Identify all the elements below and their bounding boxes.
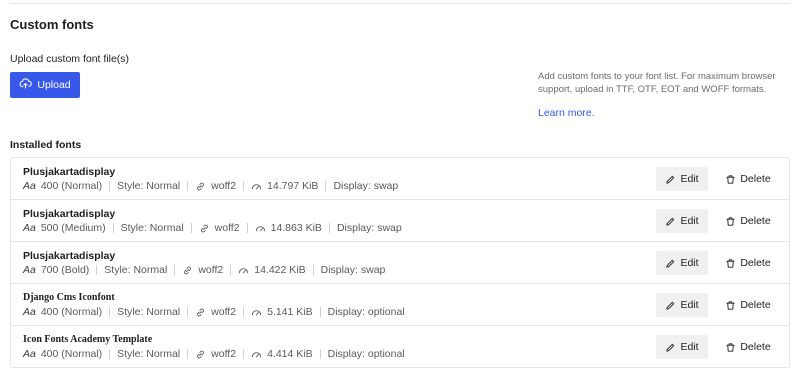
font-size: 14.797 KiB [267,180,319,192]
font-preview-icon: Aa [23,222,36,234]
edit-button[interactable]: Edit [656,209,708,233]
font-meta: Aa 500 (Medium) Style: Normal woff2 14.86… [23,222,402,234]
font-name: Plusjakartadisplay [23,250,116,262]
font-size: 4.414 KiB [267,348,313,360]
link-icon [184,266,192,274]
font-meta: Aa 400 (Normal) Style: Normal woff2 14.79… [23,180,398,192]
font-name: Plusjakartadisplay [23,208,116,220]
delete-button-label: Delete [740,257,771,269]
learn-more-link[interactable]: Learn more. [538,107,595,119]
top-divider [10,3,790,4]
font-size: 14.863 KiB [270,222,322,234]
font-preview-icon: Aa [23,348,36,360]
font-style: Style: Normal [104,264,168,276]
upload-button-label: Upload [37,79,71,91]
edit-button-label: Edit [680,257,699,269]
link-icon [197,308,205,316]
edit-button-label: Edit [680,173,699,185]
font-format: woff2 [198,264,224,276]
upload-icon [19,77,33,93]
trash-icon [726,174,735,184]
font-row: Plusjakartadisplay Aa 400 (Normal) Style:… [11,158,789,200]
font-weight: 400 (Normal) [40,180,103,192]
gauge-icon [255,225,265,231]
gauge-icon [251,309,262,315]
installed-fonts-list: Plusjakartadisplay Aa 400 (Normal) Style:… [10,157,790,368]
delete-button-label: Delete [740,341,771,353]
link-icon [197,182,205,190]
font-preview-icon: Aa [23,264,36,276]
font-format: woff2 [211,180,237,192]
section-title: Custom fonts [10,17,94,32]
pencil-icon [666,259,675,268]
font-row: Plusjakartadisplay Aa 500 (Medium) Style:… [11,200,789,242]
link-icon [197,350,205,358]
pencil-icon [666,301,675,310]
edit-button[interactable]: Edit [656,251,708,275]
help-text: Add custom fonts to your font list. For … [538,71,776,95]
font-row: Icon Fonts Academy Template Aa 400 (Norma… [11,326,789,367]
font-style: Style: Normal [117,180,181,192]
font-name: Plusjakartadisplay [23,166,116,178]
gauge-icon [251,183,262,189]
delete-button[interactable]: Delete [718,167,778,191]
font-format: woff2 [211,348,237,360]
installed-fonts-title: Installed fonts [10,139,82,151]
edit-button[interactable]: Edit [656,167,708,191]
font-format: woff2 [214,222,240,234]
edit-button[interactable]: Edit [656,335,708,359]
edit-button-label: Edit [680,215,699,227]
trash-icon [726,216,735,226]
font-display: Display: swap [336,222,402,234]
font-preview-icon: Aa [23,306,36,318]
pencil-icon [666,217,675,226]
font-format: woff2 [211,306,237,318]
font-display: Display: swap [333,180,399,192]
font-size: 5.141 KiB [267,306,313,318]
pencil-icon [666,175,675,184]
delete-button-label: Delete [740,299,771,311]
font-meta: Aa 400 (Normal) Style: Normal woff2 5.141… [23,306,405,318]
font-style: Style: Normal [120,222,184,234]
font-weight: 500 (Medium) [40,222,106,234]
font-preview-icon: Aa [23,180,36,192]
font-style: Style: Normal [117,348,181,360]
delete-button[interactable]: Delete [718,251,778,275]
font-size: 14.422 KiB [254,264,306,276]
font-weight: 700 (Bold) [40,264,90,276]
font-display: Display: optional [327,306,405,318]
font-style: Style: Normal [117,306,181,318]
delete-button[interactable]: Delete [718,335,778,359]
font-meta: Aa 400 (Normal) Style: Normal woff2 4.414… [23,348,405,360]
gauge-icon [239,267,249,273]
gauge-icon [251,351,262,357]
font-meta: Aa 700 (Bold) Style: Normal woff2 14.422 … [23,264,385,276]
font-row: Plusjakartadisplay Aa 700 (Bold) Style: N… [11,242,789,284]
font-row: Django Cms Iconfont Aa 400 (Normal) Style… [11,284,789,326]
font-name: Icon Fonts Academy Template [23,334,153,345]
delete-button[interactable]: Delete [718,209,778,233]
font-name: Django Cms Iconfont [23,292,115,303]
delete-button-label: Delete [740,173,771,185]
pencil-icon [666,343,675,352]
link-icon [200,224,208,232]
font-weight: 400 (Normal) [40,306,103,318]
font-weight: 400 (Normal) [40,348,103,360]
trash-icon [726,300,735,310]
trash-icon [726,342,735,352]
edit-button-label: Edit [680,341,699,353]
edit-button[interactable]: Edit [656,293,708,317]
font-display: Display: swap [320,264,386,276]
font-display: Display: optional [327,348,405,360]
upload-label: Upload custom font file(s) [10,53,130,65]
upload-button[interactable]: Upload [10,72,80,98]
edit-button-label: Edit [680,299,699,311]
trash-icon [726,258,735,268]
delete-button-label: Delete [740,215,771,227]
delete-button[interactable]: Delete [718,293,778,317]
